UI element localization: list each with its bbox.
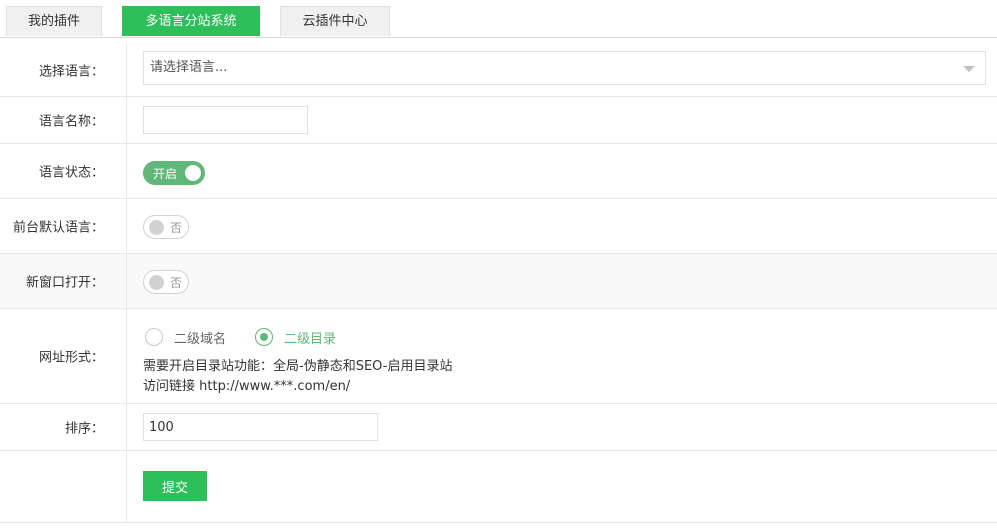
radio-subdomain[interactable]: 二级域名 xyxy=(145,328,245,350)
form-row-url-format: 网址形式： 二级域名 二级目录 需要开启目录站功能：全局-伪静态和SEO-启用目… xyxy=(0,309,997,404)
radio-circle-icon xyxy=(145,328,163,346)
switch-text: 开启 xyxy=(153,167,178,181)
form-row-submit: 提交 xyxy=(0,451,997,523)
new-window-label: 新窗口打开： xyxy=(25,275,104,291)
language-status-switch[interactable]: 开启 xyxy=(143,161,205,185)
language-select-placeholder: 请选择语言... xyxy=(150,60,228,75)
form-row-new-window: 新窗口打开： 否 xyxy=(0,254,997,309)
radio-subdirectory[interactable]: 二级目录 xyxy=(255,328,355,350)
radio-checked-icon xyxy=(255,328,273,346)
url-format-label: 网址形式： xyxy=(38,350,104,366)
chevron-down-icon xyxy=(963,66,975,72)
language-select[interactable]: 请选择语言... xyxy=(143,51,986,85)
url-format-hint: 需要开启目录站功能：全局-伪静态和SEO-启用目录站 xyxy=(143,359,453,374)
language-status-label: 语言状态： xyxy=(38,165,104,181)
form-row-language-status: 语言状态： 开启 xyxy=(0,144,997,199)
submit-button[interactable]: 提交 xyxy=(143,471,207,501)
form-row-language-select: 选择语言： 请选择语言... xyxy=(0,43,997,97)
form-row-sort: 排序： xyxy=(0,404,997,451)
default-language-label: 前台默认语言： xyxy=(12,220,104,236)
radio-subdomain-label: 二级域名 xyxy=(174,332,227,347)
tab-my-plugins[interactable]: 我的插件 xyxy=(6,6,102,36)
language-name-input[interactable] xyxy=(143,106,308,134)
tab-bar: 我的插件 多语言分站系统 云插件中心 xyxy=(0,0,997,38)
language-select-label: 选择语言： xyxy=(38,64,104,79)
new-window-switch[interactable]: 否 xyxy=(143,270,189,294)
tab-multilang-system[interactable]: 多语言分站系统 xyxy=(122,6,260,36)
sort-input[interactable] xyxy=(143,413,378,441)
sort-label: 排序： xyxy=(64,421,104,437)
form-row-language-name: 语言名称： xyxy=(0,97,997,144)
switch-knob xyxy=(149,275,164,290)
form-row-default-language: 前台默认语言： 否 xyxy=(0,199,997,254)
default-language-switch[interactable]: 否 xyxy=(143,215,189,239)
switch-text: 否 xyxy=(170,276,183,290)
tab-cloud-plugin-center[interactable]: 云插件中心 xyxy=(280,6,390,36)
switch-knob xyxy=(185,165,201,181)
switch-knob xyxy=(149,220,164,235)
switch-text: 否 xyxy=(170,221,183,235)
url-format-example: 访问链接 http://www.***.com/en/ xyxy=(143,379,351,394)
radio-subdirectory-label: 二级目录 xyxy=(284,332,337,347)
language-name-label: 语言名称： xyxy=(38,114,104,130)
